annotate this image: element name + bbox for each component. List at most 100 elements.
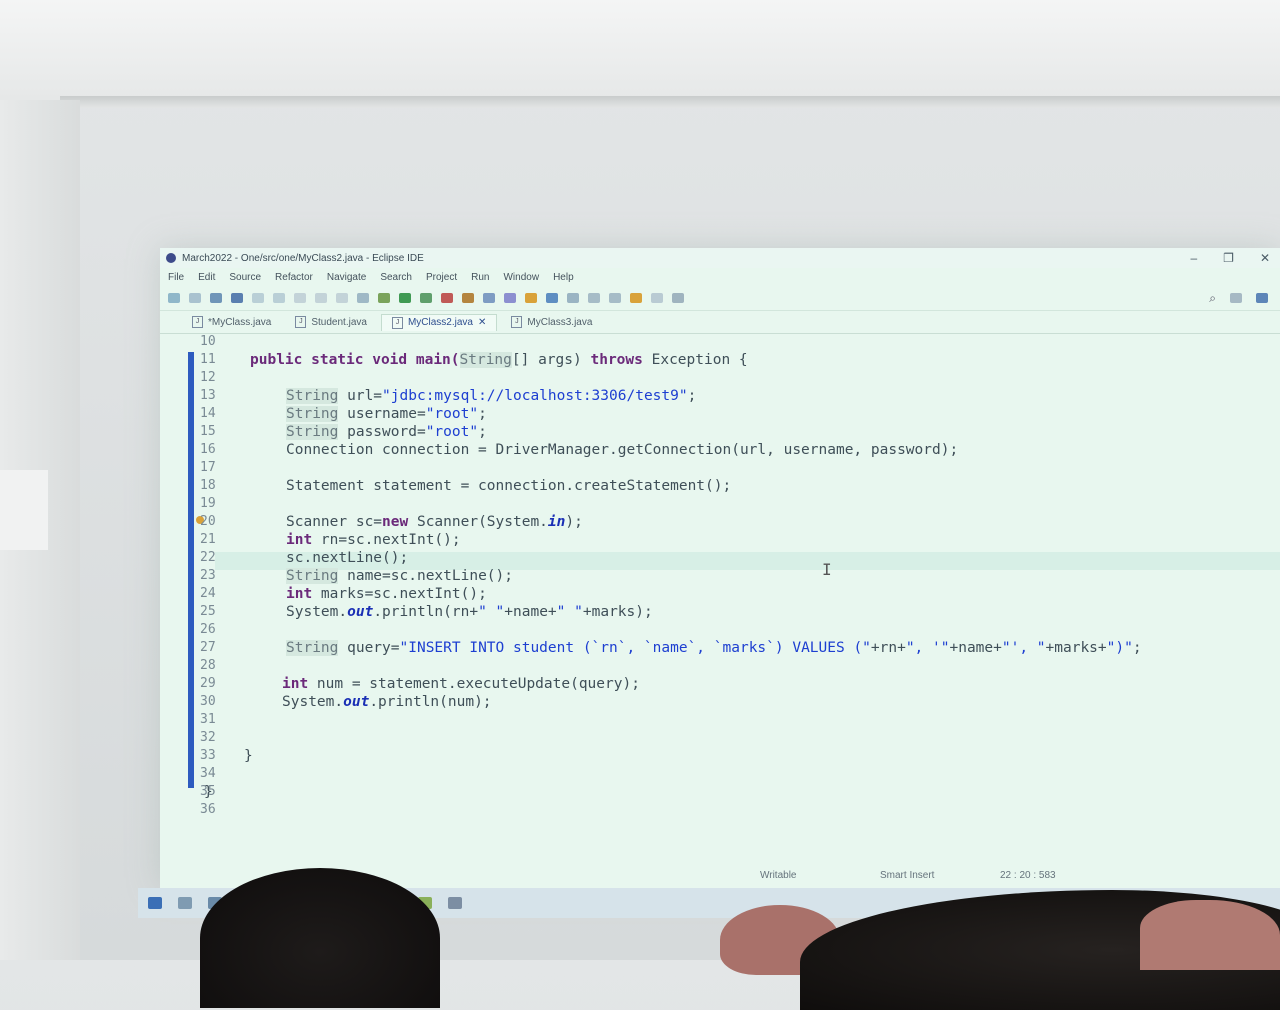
code-token: "', " xyxy=(1001,640,1046,656)
code-token: out xyxy=(343,694,370,710)
suspend-icon[interactable] xyxy=(315,293,327,303)
tab-myclass3[interactable]: J MyClass3.java xyxy=(501,314,602,330)
line-number: 14 xyxy=(200,406,216,421)
skip-breakpoints-icon[interactable] xyxy=(273,293,285,303)
minimize-button[interactable]: – xyxy=(1190,251,1197,265)
menu-refactor[interactable]: Refactor xyxy=(275,272,313,283)
tab-label: *MyClass.java xyxy=(208,316,272,328)
menu-window[interactable]: Window xyxy=(503,272,539,283)
menu-search[interactable]: Search xyxy=(380,272,412,283)
line-number: 16 xyxy=(200,442,216,457)
debug-icon[interactable] xyxy=(252,293,264,303)
code-token: String xyxy=(286,424,339,440)
maximize-button[interactable]: ❐ xyxy=(1223,251,1234,265)
save-all-icon[interactable] xyxy=(210,293,222,303)
code-line-22: sc.nextLine(); xyxy=(286,550,409,566)
code-line-24: int marks=sc.nextInt(); xyxy=(286,586,487,602)
java-file-icon: J xyxy=(192,316,203,328)
line-number: 12 xyxy=(200,370,216,385)
code-token: url= xyxy=(338,388,383,404)
new-java-project-icon[interactable] xyxy=(462,293,474,303)
status-position: 22 : 20 : 583 xyxy=(1000,870,1056,881)
search-icon[interactable]: ⌕ xyxy=(1209,291,1216,306)
pin-editor-icon[interactable] xyxy=(672,293,684,303)
code-token: " " xyxy=(556,604,583,620)
line-number: 17 xyxy=(200,460,216,475)
code-token: +rn+ xyxy=(870,640,906,656)
text-cursor-icon: I xyxy=(822,560,832,579)
open-type-icon[interactable] xyxy=(357,293,369,303)
code-line-16: Connection connection = DriverManager.ge… xyxy=(286,442,959,458)
code-token: +marks+ xyxy=(1045,640,1107,656)
line-number: 36 xyxy=(200,802,216,817)
audience-head xyxy=(200,868,440,1008)
line-number: 32 xyxy=(200,730,216,745)
tab-myclass[interactable]: J *MyClass.java xyxy=(182,314,281,330)
new-package-icon[interactable] xyxy=(483,293,495,303)
eclipse-window: March2022 - One/src/one/MyClass2.java - … xyxy=(160,248,1280,888)
new-class-icon[interactable] xyxy=(504,293,516,303)
code-line-14: String username="root"; xyxy=(286,406,487,422)
code-token: "jdbc:mysql://localhost:3306/test9" xyxy=(382,388,688,404)
menu-file[interactable]: File xyxy=(168,272,184,283)
tab-student[interactable]: J Student.java xyxy=(285,314,377,330)
app-icon[interactable] xyxy=(448,897,462,909)
previous-annotation-icon[interactable] xyxy=(609,293,621,303)
code-editor[interactable]: 10 11 12 13 14 15 16 17 18 19 20 21 22 2… xyxy=(160,334,1280,854)
code-token: public static void main( xyxy=(250,352,460,368)
new-icon[interactable] xyxy=(168,293,180,303)
code-line-30: System.out.println(num); xyxy=(282,694,492,710)
code-token: String xyxy=(286,388,339,404)
menu-navigate[interactable]: Navigate xyxy=(327,272,366,283)
code-line-29: int num = statement.executeUpdate(query)… xyxy=(282,676,640,692)
debug-run-icon[interactable] xyxy=(378,293,390,303)
menu-project[interactable]: Project xyxy=(426,272,457,283)
change-ruler xyxy=(188,352,194,788)
tab-myclass2[interactable]: J MyClass2.java ✕ xyxy=(380,313,498,331)
open-perspective-icon[interactable] xyxy=(1230,293,1242,303)
search-icon[interactable] xyxy=(178,897,192,909)
code-line-21: int rn=sc.nextInt(); xyxy=(286,532,461,548)
line-number: 26 xyxy=(200,622,216,637)
code-token: ", '" xyxy=(905,640,950,656)
resume-icon[interactable] xyxy=(294,293,306,303)
terminate-icon[interactable] xyxy=(336,293,348,303)
code-token: System. xyxy=(286,604,348,620)
windows-start-icon[interactable] xyxy=(148,897,162,909)
next-annotation-icon[interactable] xyxy=(588,293,600,303)
code-token: out xyxy=(347,604,374,620)
java-file-icon: J xyxy=(511,316,523,328)
menu-edit[interactable]: Edit xyxy=(198,272,215,283)
java-perspective-icon[interactable] xyxy=(1256,293,1268,303)
close-button[interactable]: ✕ xyxy=(1260,251,1270,265)
line-number: 25 xyxy=(200,604,216,619)
title-bar: March2022 - One/src/one/MyClass2.java - … xyxy=(160,248,1280,268)
search-tool-icon[interactable] xyxy=(546,293,558,303)
code-line-18: Statement statement = connection.createS… xyxy=(286,478,732,494)
coverage-icon[interactable] xyxy=(420,293,432,303)
menu-bar: File Edit Source Refactor Navigate Searc… xyxy=(160,268,1280,286)
ceiling xyxy=(0,0,1280,100)
forward-icon[interactable] xyxy=(651,293,663,303)
line-number: 28 xyxy=(200,658,216,673)
menu-source[interactable]: Source xyxy=(229,272,261,283)
line-number: 33 xyxy=(200,748,216,763)
code-token: password= xyxy=(338,424,426,440)
code-line-11: public static void main(String[] args) t… xyxy=(250,352,748,368)
code-line-33: } xyxy=(244,748,253,764)
back-icon[interactable] xyxy=(630,293,642,303)
code-token: [] args) xyxy=(511,352,591,368)
menu-run[interactable]: Run xyxy=(471,272,489,283)
status-writable: Writable xyxy=(760,870,797,881)
run-icon[interactable] xyxy=(399,293,411,303)
menu-help[interactable]: Help xyxy=(553,272,574,283)
external-tools-icon[interactable] xyxy=(441,293,453,303)
code-token: ; xyxy=(478,424,487,440)
open-task-icon[interactable] xyxy=(525,293,537,303)
print-icon[interactable] xyxy=(231,293,243,303)
code-token: String xyxy=(459,352,512,368)
code-token: "INSERT INTO student (`rn`, `name`, `mar… xyxy=(399,640,871,656)
annotation-icon[interactable] xyxy=(567,293,579,303)
save-icon[interactable] xyxy=(189,293,201,303)
tab-close-icon[interactable]: ✕ xyxy=(478,317,486,328)
